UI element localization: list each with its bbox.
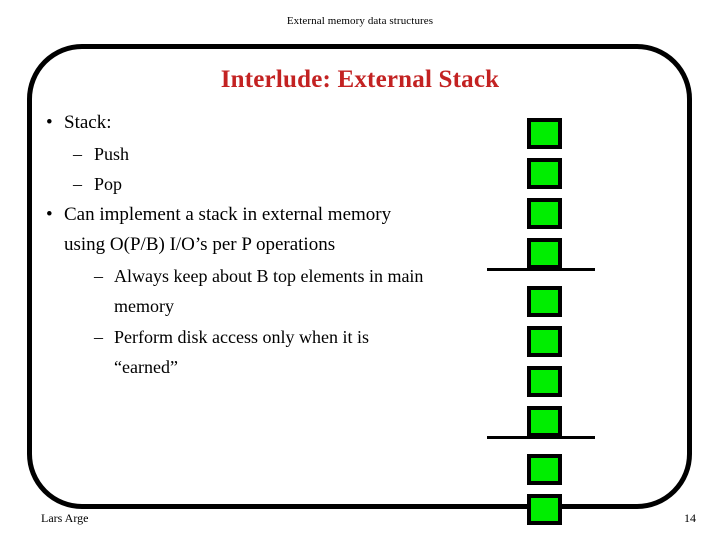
slide-title: Interlude: External Stack — [220, 66, 500, 93]
external-stack-diagram — [485, 118, 597, 525]
stack-block — [527, 158, 562, 189]
list-item: – Perform disk access only when it is “e… — [38, 322, 428, 383]
list-item-label: Perform disk access only when it is “ear… — [114, 326, 369, 378]
bullet-dot-icon: • — [46, 112, 53, 133]
stack-block — [527, 286, 562, 317]
stack-block — [527, 454, 562, 485]
list-item-label: Pop — [94, 174, 123, 194]
slide-canvas: External memory data structures Interlud… — [0, 0, 720, 540]
bullet-dash-icon: – — [73, 143, 82, 164]
bullet-dot-icon: • — [46, 203, 53, 225]
list-item: – Pop — [38, 169, 428, 200]
list-item: – Push — [38, 139, 428, 170]
footer-author: Lars Arge — [41, 511, 89, 525]
stack-block — [527, 198, 562, 229]
list-item: • Can implement a stack in external memo… — [38, 200, 428, 261]
bullet-dash-icon: – — [94, 326, 103, 347]
list-item: – Always keep about B top elements in ma… — [38, 261, 428, 322]
list-item-label: Stack: — [64, 112, 112, 133]
stack-block — [527, 326, 562, 357]
list-item: • Stack: — [38, 108, 428, 139]
slide-running-header: External memory data structures — [286, 15, 434, 27]
stack-divider-line — [487, 436, 595, 439]
list-item-label: Always keep about B top elements in main… — [114, 265, 424, 317]
stack-block — [527, 238, 562, 269]
bullet-dash-icon: – — [73, 174, 82, 194]
footer-page-number: 14 — [684, 511, 696, 525]
bullet-dash-icon: – — [94, 265, 103, 286]
stack-divider-line — [487, 268, 595, 271]
stack-block — [527, 494, 562, 525]
bullet-list: • Stack: – Push – Pop • Can implement a … — [38, 108, 428, 383]
stack-block — [527, 118, 562, 149]
stack-block — [527, 406, 562, 437]
stack-block — [527, 366, 562, 397]
list-item-label: Can implement a stack in external memory… — [64, 203, 392, 256]
list-item-label: Push — [94, 143, 130, 164]
